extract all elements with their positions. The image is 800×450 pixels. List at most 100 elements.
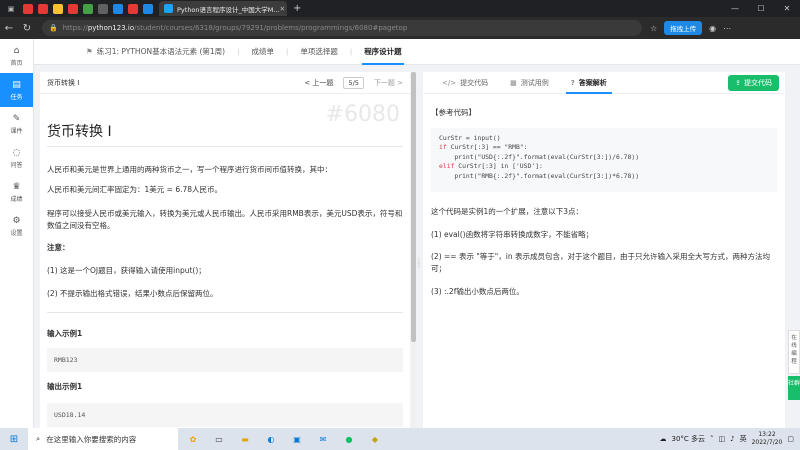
pinned-tab-icon[interactable] <box>113 3 123 14</box>
pinned-tab-icon[interactable] <box>128 3 138 14</box>
problem-panel: 货币转换 I < 上一题 5/5 下一题 > #6080 货币转换 I 人民币和… <box>40 72 410 428</box>
weather-icon: ☁ <box>659 435 667 443</box>
mail-icon[interactable]: ✉ <box>312 432 334 446</box>
pinned-tab-icon[interactable] <box>68 3 78 14</box>
sidebar-item-grades[interactable]: ♛ 成绩 <box>0 175 33 209</box>
pinned-tab-icon[interactable] <box>98 3 108 14</box>
upload-button[interactable]: 拖拽上传 <box>664 21 703 35</box>
pinned-tab-icon[interactable] <box>23 3 33 14</box>
nav-tab-single-choice[interactable]: 单项选择题 <box>288 39 350 65</box>
explanation-intro: 这个代码是实例1的一个扩展，注意以下3点： <box>431 207 584 216</box>
weather-text[interactable]: 30°C 多云 <box>671 434 705 444</box>
windows-start-icon[interactable]: ⊞ <box>0 434 28 445</box>
divider <box>47 312 403 313</box>
clock-date: 2022/7/20 <box>751 439 783 446</box>
online-coding-widget[interactable]: 在线编程 <box>788 330 800 374</box>
tab-label: 提交代码 <box>460 78 489 87</box>
sidebar: ⌂ 首页 ▤ 任务 ✎ 课件 ◌ 问答 ♛ 成绩 ⚙ 设置 <box>0 39 34 428</box>
search-highlight-icon[interactable]: ✿ <box>182 432 204 446</box>
problem-desc-2: 人民币和美元间汇率固定为：1美元 = 6.78人民币。 <box>47 185 223 194</box>
input-language[interactable]: 英 <box>740 434 747 444</box>
tab-submit-code[interactable]: </> 提交代码 <box>431 72 499 94</box>
more-icon[interactable]: ⋯ <box>723 24 731 33</box>
problem-scrollbar[interactable] <box>411 72 416 428</box>
tab-label: 测试用例 <box>520 78 549 87</box>
maximize-icon[interactable]: ☐ <box>748 4 774 13</box>
trophy-icon: ♛ <box>12 181 21 192</box>
code-line: if CurStr[:3] == "RMB": <box>439 143 528 152</box>
clock-time: 13:22 <box>758 431 776 438</box>
qa-icon: ◌ <box>12 147 21 158</box>
community-widget[interactable]: 社群 <box>788 376 800 400</box>
back-to-exercise-link[interactable]: ⚑ 练习1: PYTHON基本语法元素 (第1周) <box>74 39 237 65</box>
pinned-tab-icon[interactable] <box>83 3 93 14</box>
pinned-tab-icon[interactable] <box>53 3 63 14</box>
sidebar-item-settings[interactable]: ⚙ 设置 <box>0 209 33 243</box>
submit-code-button[interactable]: ⇪ 提交代码 <box>728 74 779 91</box>
file-explorer-icon[interactable]: ▬ <box>234 432 256 446</box>
note-2: (2) 不提示输出格式错误，结果小数点后保留两位。 <box>47 289 218 298</box>
courseware-icon: ✎ <box>12 113 21 124</box>
star-icon[interactable]: ☆ <box>650 24 657 33</box>
edge-icon[interactable]: ◐ <box>260 432 282 446</box>
store-icon[interactable]: ▣ <box>286 432 308 446</box>
network-icon[interactable]: ◫ <box>719 435 726 443</box>
volume-icon[interactable]: ♪ <box>730 435 734 443</box>
url-host: python123.io <box>87 24 135 32</box>
page-indicator: 5/5 <box>343 76 364 89</box>
url-input[interactable]: 🔒 https:// python123.io /student/courses… <box>42 20 642 36</box>
reference-code-block: CurStr = input() if CurStr[:3] == "RMB": … <box>431 128 777 192</box>
tab-test-cases[interactable]: ▦ 测试用例 <box>499 72 560 94</box>
task-view-icon[interactable]: ▭ <box>208 432 230 446</box>
tab-actions-icon[interactable]: ▣ <box>4 3 18 15</box>
answer-panel: </> 提交代码 ▦ 测试用例 ? 答案解析 ⇪ 提交代码 【参考代码】 Cur… <box>423 72 785 428</box>
code-line: print("USD{:.2f}".format(eval(CurStr[3:]… <box>439 152 640 161</box>
panel-resize-handle[interactable]: ⋮ ⋮ <box>416 259 422 274</box>
input-sample-value: RMB123 <box>47 348 403 372</box>
address-bar-actions: ☆ 拖拽上传 ◉ ⋯ <box>650 21 731 35</box>
clock[interactable]: 13:22 2022/7/20 <box>752 431 783 447</box>
wechat-icon[interactable]: ● <box>338 432 360 446</box>
sidebar-item-home[interactable]: ⌂ 首页 <box>0 39 33 73</box>
active-tab[interactable]: Python语言程序设计_中国大学M... ✕ <box>159 1 287 16</box>
code-icon: </> <box>442 78 457 87</box>
nav-tab-programming[interactable]: 程序设计题 <box>352 39 414 65</box>
profile-icon[interactable]: ◉ <box>709 24 716 33</box>
close-tab-icon[interactable]: ✕ <box>280 5 285 13</box>
pinned-tab-icon[interactable] <box>38 3 48 14</box>
chevron-up-icon[interactable]: ˄ <box>710 435 714 443</box>
sidebar-item-label: 首页 <box>10 59 23 67</box>
problem-header: 货币转换 I < 上一题 5/5 下一题 > <box>40 72 410 94</box>
problem-desc-3: 程序可以接受人民币或美元输入，转换为美元或人民币输出。人民币采用RMB表示，美元… <box>47 209 403 230</box>
prev-problem-button[interactable]: < 上一题 <box>304 78 333 88</box>
sidebar-item-task[interactable]: ▤ 任务 <box>0 73 33 107</box>
list-icon: ▦ <box>510 78 517 87</box>
back-icon[interactable]: ← <box>0 23 18 34</box>
nav-tab-grades[interactable]: 成绩单 <box>239 39 286 65</box>
close-window-icon[interactable]: ✕ <box>774 4 800 13</box>
new-tab-icon[interactable]: + <box>293 3 301 14</box>
system-tray: ☁ 30°C 多云 ˄ ◫ ♪ 英 13:22 2022/7/20 ▢ <box>659 431 800 447</box>
taskbar-search[interactable]: ⌕ 在这里输入你要搜索的内容 <box>28 428 178 450</box>
browser-tab-bar: ▣ Python语言程序设计_中国大学M... ✕ + — ☐ ✕ <box>0 0 800 17</box>
tab-label: 答案解析 <box>578 78 607 87</box>
submit-label: 提交代码 <box>744 78 772 87</box>
next-problem-button[interactable]: 下一题 > <box>374 78 403 88</box>
sidebar-item-courseware[interactable]: ✎ 课件 <box>0 107 33 141</box>
tab-answer-analysis[interactable]: ? 答案解析 <box>560 72 618 94</box>
refresh-icon[interactable]: ↻ <box>18 23 36 34</box>
scrollbar-thumb[interactable] <box>411 72 416 342</box>
note-title: 注意： <box>47 243 70 252</box>
minimize-icon[interactable]: — <box>722 4 748 13</box>
taskbar: ⊞ ⌕ 在这里输入你要搜索的内容 ✿ ▭ ▬ ◐ ▣ ✉ ● ◆ ☁ 30°C … <box>0 428 800 450</box>
sidebar-item-label: 课件 <box>10 127 23 135</box>
url-prefix: https:// <box>62 24 88 32</box>
sidebar-item-label: 设置 <box>10 229 23 237</box>
problem-id-watermark: #6080 <box>325 102 400 127</box>
app-icon[interactable]: ◆ <box>364 432 386 446</box>
sidebar-item-qa[interactable]: ◌ 问答 <box>0 141 33 175</box>
problem-desc-1: 人民币和美元是世界上通用的两种货币之一，写一个程序进行货币间币值转换，其中： <box>47 165 332 174</box>
exercise-title: 练习1: PYTHON基本语法元素 (第1周) <box>96 47 226 56</box>
notification-icon[interactable]: ▢ <box>787 435 794 443</box>
pinned-tab-icon[interactable] <box>143 3 153 14</box>
